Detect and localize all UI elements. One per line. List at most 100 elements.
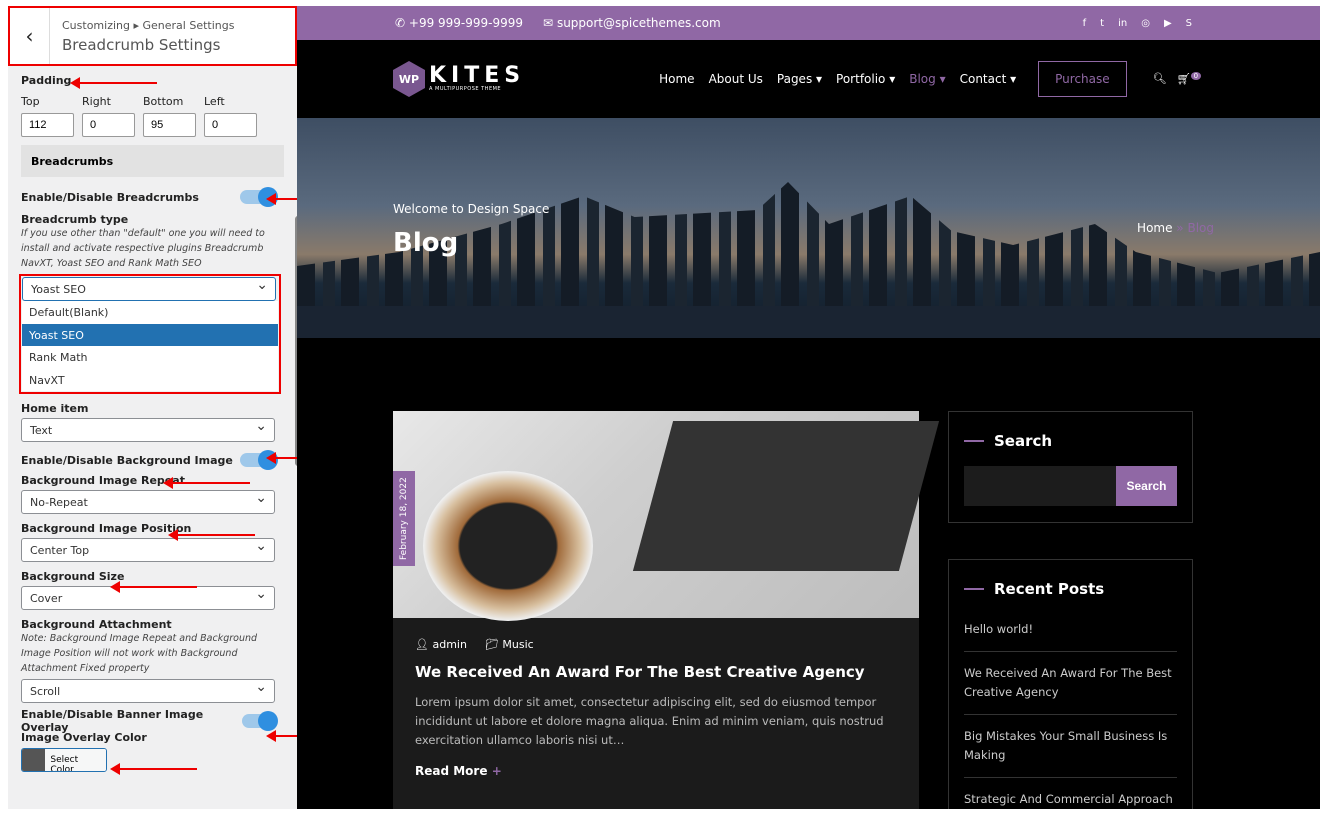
overlay-color-picker[interactable]: Select Color (21, 748, 107, 772)
search-icon[interactable]: 🔍︎ (1153, 72, 1167, 86)
padding-top-label: Top (21, 95, 40, 108)
breadcrumb-type-note: If you use other than "default" one you … (21, 228, 265, 269)
read-more-label: Read More (415, 764, 488, 778)
color-swatch (22, 749, 46, 771)
nav-contact[interactable]: Contact ▾ (960, 72, 1017, 86)
nav-portfolio[interactable]: Portfolio ▾ (836, 72, 895, 86)
home-item-label: Home item (21, 402, 89, 415)
padding-label: Padding (21, 74, 72, 87)
laptop (632, 421, 940, 571)
youtube-icon[interactable]: ▶ (1164, 18, 1172, 29)
bg-attachment-select[interactable]: Scroll (21, 679, 275, 703)
recent-post-link[interactable]: Strategic And Commercial Approach With I… (964, 778, 1177, 809)
option-navxt[interactable]: NavXT (22, 368, 278, 391)
padding-bottom-label: Bottom (143, 95, 184, 108)
folder-icon: 📁︎ (484, 638, 499, 651)
instagram-icon[interactable]: ◎ (1141, 18, 1150, 29)
enable-breadcrumbs-label: Enable/Disable Breadcrumbs (21, 190, 199, 204)
recent-post-link[interactable]: Big Mistakes Your Small Business Is Maki… (964, 715, 1177, 778)
search-button[interactable]: Search (1116, 466, 1177, 506)
padding-bottom-input[interactable] (143, 113, 196, 137)
nav-about[interactable]: About Us (709, 72, 763, 86)
nav-home[interactable]: Home (659, 72, 694, 86)
site-logo[interactable]: WP KITES A MULTIPURPOSE THEME (393, 61, 525, 97)
read-more-link[interactable]: Read More + (393, 750, 919, 778)
option-default[interactable]: Default(Blank) (22, 301, 278, 324)
annotation-arrow (110, 581, 197, 593)
breadcrumb-type-select[interactable]: Yoast SEO (22, 277, 276, 301)
home-item-select[interactable]: Text (21, 418, 275, 442)
bg-size-select[interactable]: Cover (21, 586, 275, 610)
post-date: February 18, 2022 (393, 471, 415, 566)
padding-left-input[interactable] (204, 113, 257, 137)
breadcrumbs-section[interactable]: Breadcrumbs (21, 145, 284, 177)
top-bar: ✆ +99 999-999-9999 ✉ support@spicethemes… (297, 6, 1320, 40)
annotation-arrow (70, 77, 157, 89)
breadcrumb-current: Blog (1187, 221, 1214, 235)
banner-breadcrumb: Home » Blog (1137, 221, 1214, 235)
recent-post-link[interactable]: Hello world! (964, 608, 1177, 652)
skype-icon[interactable]: S (1186, 18, 1192, 29)
customizer-header: ‹ Customizing ▸ General Settings Breadcru… (8, 6, 297, 66)
annotation-arrow (168, 529, 255, 541)
phone[interactable]: +99 999-999-9999 (409, 16, 523, 30)
banner-subtitle: Welcome to Design Space (393, 202, 550, 216)
page-title: Blog (393, 228, 459, 258)
bg-attachment-note: Note: Background Image Repeat and Backgr… (21, 633, 258, 674)
search-widget: Search Search (948, 411, 1193, 523)
select-color-label: Select Color (45, 749, 106, 771)
purchase-button[interactable]: Purchase (1038, 61, 1127, 97)
option-yoast[interactable]: Yoast SEO (22, 323, 278, 346)
search-input[interactable] (964, 466, 1116, 506)
post-author[interactable]: admin (432, 638, 466, 651)
bg-size-label: Background Size (21, 570, 125, 583)
post-category[interactable]: Music (502, 638, 533, 651)
post-title[interactable]: We Received An Award For The Best Creati… (393, 651, 919, 681)
nav-pages[interactable]: Pages ▾ (777, 72, 822, 86)
search-widget-title: Search (964, 432, 1177, 450)
post-card: February 18, 2022 👤︎ admin 📁︎ Music We Re… (393, 411, 940, 809)
annotation-arrow (163, 477, 250, 489)
option-rank-math[interactable]: Rank Math (22, 346, 278, 369)
recent-posts-widget: Recent Posts Hello world! We Received An… (948, 559, 1193, 809)
cart-count: 0 (1190, 72, 1202, 81)
bg-position-select[interactable]: Center Top (21, 538, 275, 562)
enable-overlay-toggle[interactable] (241, 711, 279, 731)
bg-repeat-label: Background Image Repeat (21, 474, 185, 487)
padding-right-input[interactable] (82, 113, 135, 137)
plus-icon: + (491, 764, 502, 778)
post-image[interactable]: February 18, 2022 (393, 411, 940, 621)
nav-blog[interactable]: Blog ▾ (909, 72, 945, 86)
twitter-icon[interactable]: t (1100, 18, 1104, 29)
facebook-icon[interactable]: f (1083, 18, 1087, 29)
post-excerpt: Lorem ipsum dolor sit amet, consectetur … (415, 695, 884, 747)
bg-attachment-label: Background Attachment (21, 618, 172, 631)
breadcrumb-type-dropdown: Yoast SEO Default(Blank) Yoast SEO Rank … (19, 274, 281, 394)
phone-icon: ✆ (395, 16, 406, 30)
annotation-arrow (110, 763, 197, 775)
linkedin-icon[interactable]: in (1118, 18, 1127, 29)
panel-title: Breadcrumb Settings (62, 35, 221, 54)
logo-mark: WP (393, 61, 425, 97)
email[interactable]: support@spicethemes.com (557, 16, 721, 30)
breadcrumb-type-label: Breadcrumb type (21, 213, 129, 226)
recent-posts-title: Recent Posts (964, 580, 1177, 598)
padding-right-label: Right (82, 95, 111, 108)
site-preview: ✆ +99 999-999-9999 ✉ support@spicethemes… (297, 6, 1320, 809)
breadcrumb-home[interactable]: Home (1137, 221, 1172, 235)
cart-icon[interactable]: 🛒︎ 0 (1177, 72, 1202, 86)
bg-repeat-select[interactable]: No-Repeat (21, 490, 275, 514)
padding-left-label: Left (204, 95, 225, 108)
water (297, 306, 1320, 338)
breadcrumb-separator: » (1172, 221, 1188, 235)
enable-bg-label: Enable/Disable Background Image (21, 453, 233, 467)
back-button[interactable]: ‹ (10, 8, 50, 64)
breadcrumb: Customizing ▸ General Settings (62, 18, 235, 32)
coffee-cup (423, 471, 593, 621)
page-banner: Welcome to Design Space Blog Home » Blog (297, 118, 1320, 338)
padding-top-input[interactable] (21, 113, 74, 137)
site-header: WP KITES A MULTIPURPOSE THEME Home About U… (297, 40, 1320, 118)
logo-name: KITES (429, 63, 526, 88)
recent-post-link[interactable]: We Received An Award For The Best Creati… (964, 652, 1177, 715)
user-icon: 👤︎ (415, 638, 429, 651)
